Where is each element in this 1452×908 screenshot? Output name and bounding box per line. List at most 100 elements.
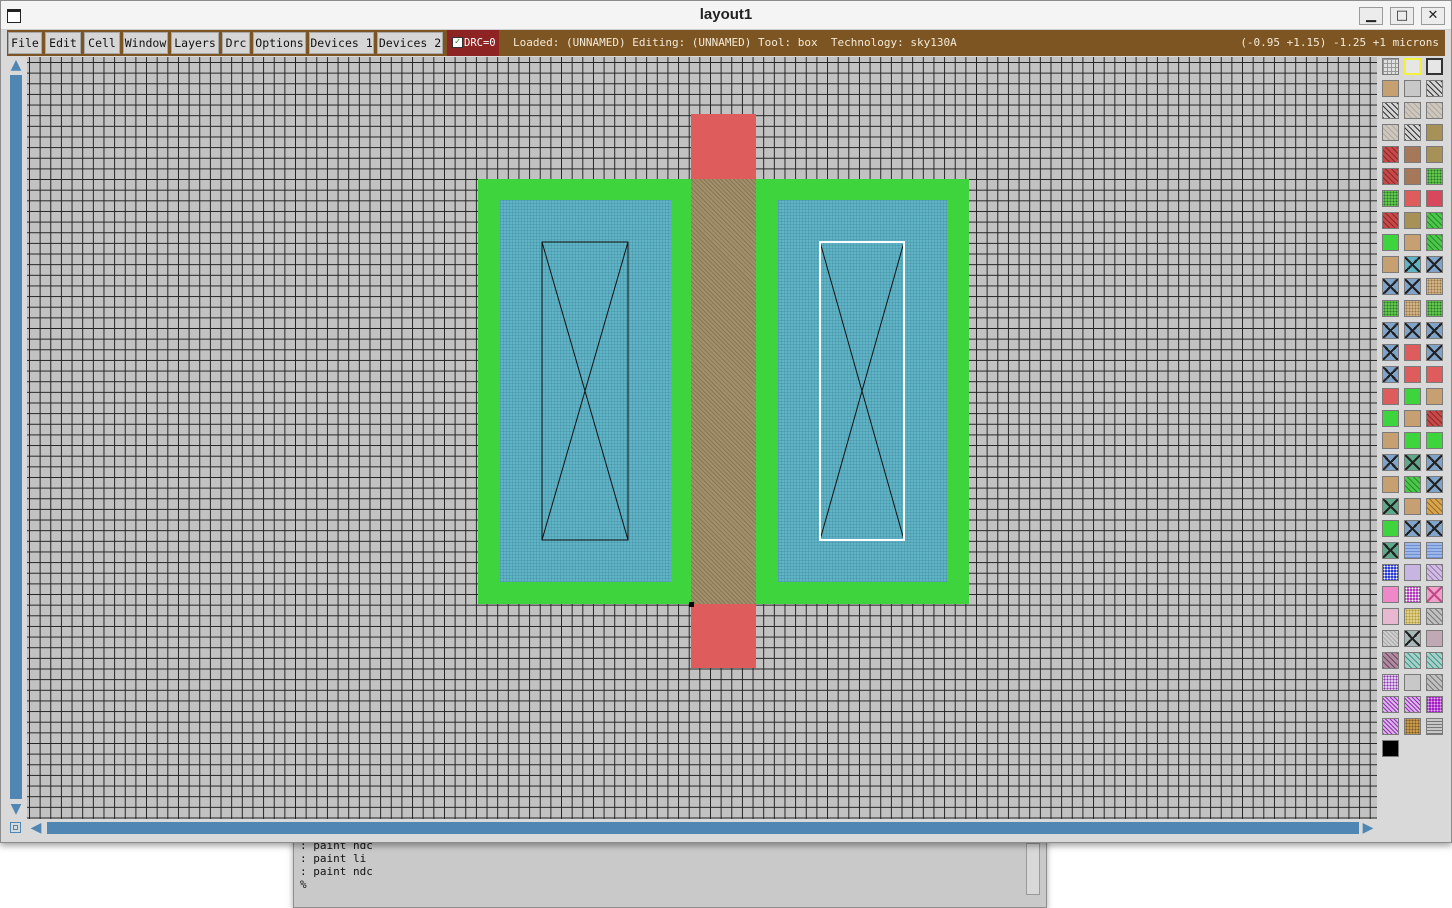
layer-swatch-gray[interactable] <box>1404 674 1421 691</box>
title-bar[interactable]: layout1 ▁ □ ✕ <box>1 1 1451 30</box>
layer-swatch-contact[interactable] <box>1404 520 1421 537</box>
menu-cell[interactable]: Cell <box>84 32 120 54</box>
drc-checkbox[interactable]: ✓ <box>452 37 463 48</box>
layer-swatch-purple-dense[interactable] <box>1404 586 1421 603</box>
console-scrollbar[interactable] <box>1026 843 1040 895</box>
contact-right-selected[interactable] <box>819 241 905 541</box>
layer-swatch-tan[interactable] <box>1404 234 1421 251</box>
layer-swatch-purple-hatch[interactable] <box>1382 696 1399 713</box>
layer-swatch-teal-hatch[interactable] <box>1404 652 1421 669</box>
layer-swatch-green-dots[interactable] <box>1382 190 1399 207</box>
layer-swatch-grid[interactable] <box>1382 58 1399 75</box>
layer-swatch-gray-light[interactable] <box>1382 630 1399 647</box>
horizontal-scroll-thumb[interactable] <box>47 822 1359 834</box>
menu-devices-2[interactable]: Devices 2 <box>377 32 443 54</box>
layer-swatch-contact[interactable] <box>1382 366 1399 383</box>
layer-swatch-black[interactable] <box>1382 740 1399 757</box>
menu-drc[interactable]: Drc <box>222 32 250 54</box>
layer-swatch-gray[interactable] <box>1404 80 1421 97</box>
layer-swatch-gray-hatch[interactable] <box>1426 674 1443 691</box>
layer-swatch-red[interactable] <box>1382 388 1399 405</box>
layer-swatch-contact[interactable] <box>1426 344 1443 361</box>
layer-swatch-tan[interactable] <box>1382 432 1399 449</box>
layer-swatch-green-hatch[interactable] <box>1426 212 1443 229</box>
layer-swatch-yellow-outline[interactable] <box>1404 58 1421 75</box>
contact-left[interactable] <box>541 241 629 541</box>
layer-swatch-hatch[interactable] <box>1404 124 1421 141</box>
layer-swatch-red-hatch[interactable] <box>1382 212 1399 229</box>
layer-swatch-red-hatch[interactable] <box>1382 168 1399 185</box>
menu-options[interactable]: Options <box>253 32 306 54</box>
layer-swatch-hatch[interactable] <box>1426 80 1443 97</box>
layer-swatch-red[interactable] <box>1404 344 1421 361</box>
layer-swatch-tan-light[interactable] <box>1426 102 1443 119</box>
layer-swatch-contact[interactable] <box>1382 278 1399 295</box>
layer-swatch-contact-gray[interactable] <box>1404 630 1421 647</box>
layer-swatch-purple-dots[interactable] <box>1382 674 1399 691</box>
layer-swatch-contact-green[interactable] <box>1382 498 1399 515</box>
layer-swatch-lavender-hatch[interactable] <box>1426 564 1443 581</box>
layer-swatch-tan-dots[interactable] <box>1426 278 1443 295</box>
menu-file[interactable]: File <box>8 32 42 54</box>
scroll-right-icon[interactable]: ▶ <box>1361 821 1375 835</box>
layer-swatch-tan[interactable] <box>1426 388 1443 405</box>
layer-swatch-green-hatch[interactable] <box>1404 476 1421 493</box>
layer-swatch-green[interactable] <box>1382 520 1399 537</box>
menu-devices-1[interactable]: Devices 1 <box>309 32 374 54</box>
layer-swatch-red-hatch[interactable] <box>1382 146 1399 163</box>
layer-swatch-orange-dense[interactable] <box>1404 718 1421 735</box>
layer-swatch-green[interactable] <box>1404 432 1421 449</box>
layer-swatch-green[interactable] <box>1404 388 1421 405</box>
layer-swatch-contact[interactable] <box>1382 344 1399 361</box>
layer-swatch-contact[interactable] <box>1404 278 1421 295</box>
layer-swatch-gray-hatch[interactable] <box>1426 608 1443 625</box>
layer-swatch-brown[interactable] <box>1404 146 1421 163</box>
layer-swatch-teal-hatch[interactable] <box>1426 652 1443 669</box>
layer-swatch-pink-x[interactable] <box>1426 586 1443 603</box>
layer-swatch-pink-gray-hatch[interactable] <box>1382 652 1399 669</box>
vertical-scroll-thumb[interactable] <box>10 75 22 799</box>
layer-swatch-tan[interactable] <box>1404 410 1421 427</box>
layer-swatch-tan[interactable] <box>1404 498 1421 515</box>
layer-swatch-gray-lines[interactable] <box>1426 718 1443 735</box>
layer-swatch-tan-light[interactable] <box>1404 102 1421 119</box>
layer-swatch-contact[interactable] <box>1426 322 1443 339</box>
layer-swatch-contact[interactable] <box>1426 520 1443 537</box>
layer-swatch-red-hatch[interactable] <box>1426 410 1443 427</box>
layer-swatch-olive[interactable] <box>1404 212 1421 229</box>
layer-swatch-pink-light[interactable] <box>1382 608 1399 625</box>
layer-swatch-red-pink[interactable] <box>1426 190 1443 207</box>
layer-swatch-purple-solid[interactable] <box>1426 696 1443 713</box>
layer-swatch-contact[interactable] <box>1426 454 1443 471</box>
scroll-up-icon[interactable]: ▲ <box>9 58 23 72</box>
layer-swatch-green[interactable] <box>1382 410 1399 427</box>
layer-swatch-box[interactable] <box>1426 58 1443 75</box>
layer-swatch-contact[interactable] <box>1404 322 1421 339</box>
maximize-button[interactable]: □ <box>1390 7 1414 25</box>
layer-swatch-blue-light[interactable] <box>1404 542 1421 559</box>
layer-swatch-red[interactable] <box>1404 366 1421 383</box>
layer-swatch-olive[interactable] <box>1426 146 1443 163</box>
layer-swatch-tan-light[interactable] <box>1382 124 1399 141</box>
menu-layers[interactable]: Layers <box>171 32 219 54</box>
layout-canvas[interactable] <box>27 57 1377 819</box>
layer-swatch-green-dots[interactable] <box>1426 300 1443 317</box>
layer-swatch-red[interactable] <box>1426 366 1443 383</box>
layer-swatch-contact-green[interactable] <box>1404 454 1421 471</box>
layer-swatch-tan[interactable] <box>1382 476 1399 493</box>
layer-swatch-tan[interactable] <box>1382 256 1399 273</box>
layer-swatch-green[interactable] <box>1382 234 1399 251</box>
layer-swatch-orange-hatch[interactable] <box>1426 498 1443 515</box>
layer-swatch-contact[interactable] <box>1426 256 1443 273</box>
layer-swatch-contact[interactable] <box>1382 454 1399 471</box>
layer-swatch-purple-hatch[interactable] <box>1382 718 1399 735</box>
layer-swatch-green-dots[interactable] <box>1426 168 1443 185</box>
layer-swatch-hatch[interactable] <box>1382 102 1399 119</box>
vertical-scrollbar[interactable]: ▲ ▼ <box>7 57 25 819</box>
layer-swatch-brown[interactable] <box>1404 168 1421 185</box>
zoom-box-icon[interactable] <box>10 822 21 833</box>
layer-swatch-tan-dots[interactable] <box>1404 300 1421 317</box>
layer-swatch-green-dots[interactable] <box>1382 300 1399 317</box>
drc-toggle[interactable]: ✓ DRC=0 <box>447 30 499 56</box>
layer-swatch-green-hatch[interactable] <box>1426 234 1443 251</box>
